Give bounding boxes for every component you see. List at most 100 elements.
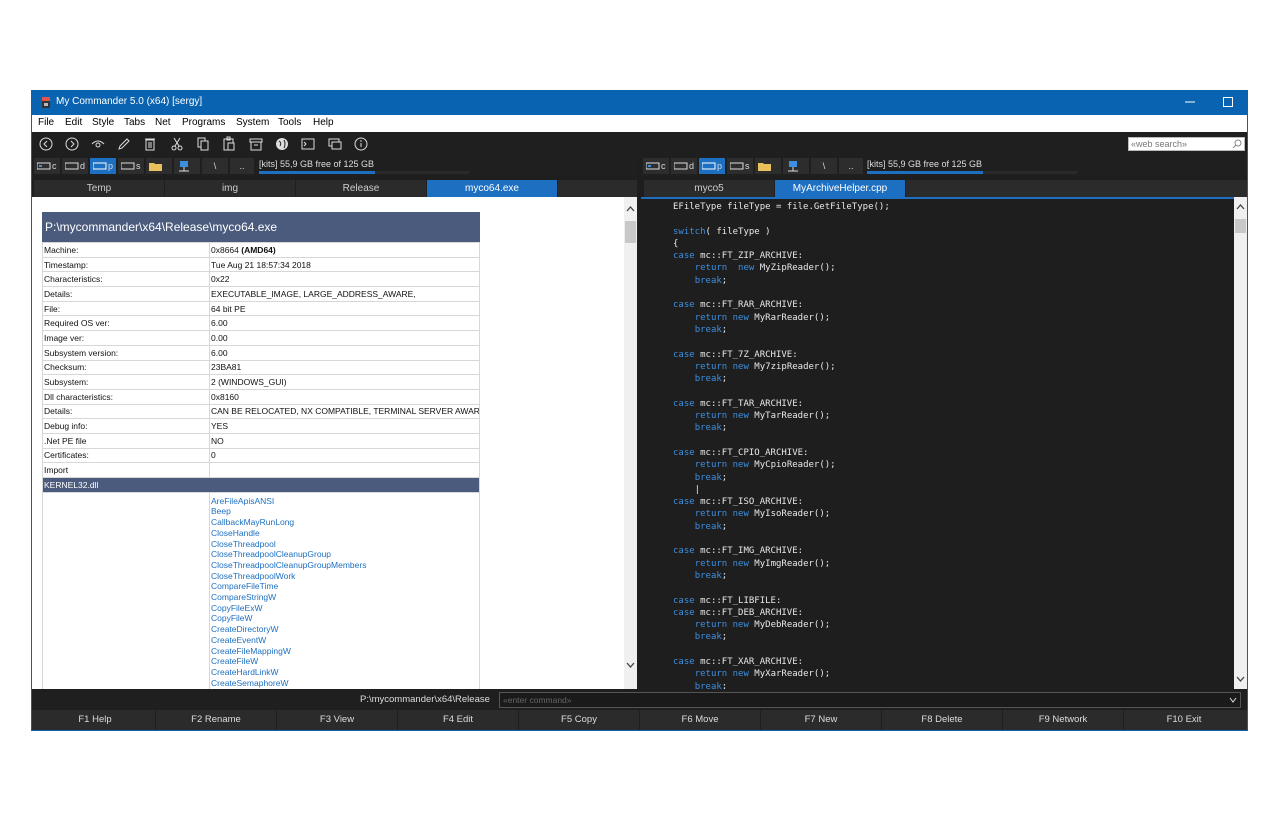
pencil-icon[interactable] <box>116 136 132 152</box>
right-network-button[interactable] <box>783 158 809 174</box>
pe-info-value: EXECUTABLE_IMAGE, LARGE_ADDRESS_AWARE, <box>209 286 480 302</box>
pe-info-key: Details: <box>42 403 210 420</box>
right-scroll-thumb[interactable] <box>1235 219 1246 233</box>
code-line: break; <box>694 374 728 385</box>
menu-system[interactable]: System <box>236 117 269 128</box>
import-function[interactable]: CreateFileW <box>211 656 366 667</box>
left-network-button[interactable] <box>174 158 200 174</box>
terminal-icon[interactable] <box>300 136 316 152</box>
menu-programs[interactable]: Programs <box>182 117 225 128</box>
scroll-down-icon[interactable] <box>1234 673 1247 685</box>
right-drive-c[interactable]: c <box>643 158 669 174</box>
left-drive-p[interactable]: p <box>90 158 116 174</box>
search-icon[interactable] <box>1232 139 1242 149</box>
left-up-button[interactable]: .. <box>230 158 254 174</box>
import-function[interactable]: Beep <box>211 506 366 517</box>
f1-help-button[interactable]: F1 Help <box>35 710 156 730</box>
info-icon[interactable] <box>353 136 369 152</box>
copy-icon[interactable] <box>195 136 211 152</box>
import-function[interactable]: CreateDirectoryW <box>211 624 366 635</box>
right-drive-d[interactable]: d <box>671 158 697 174</box>
right-root-button[interactable]: \ <box>811 158 837 174</box>
f10-exit-button[interactable]: F10 Exit <box>1124 710 1244 730</box>
f9-network-button[interactable]: F9 Network <box>1003 710 1124 730</box>
import-function[interactable]: CloseThreadpoolCleanupGroup <box>211 549 366 560</box>
paste-icon[interactable] <box>221 136 237 152</box>
left-drive-c[interactable]: c <box>34 158 60 174</box>
tab-release[interactable]: Release <box>296 180 427 197</box>
f5-copy-button[interactable]: F5 Copy <box>519 710 640 730</box>
tab-myarchivehelper-cpp[interactable]: MyArchiveHelper.cpp <box>775 180 906 197</box>
import-function[interactable]: AreFileApisANSI <box>211 496 366 507</box>
menu-tabs[interactable]: Tabs <box>124 117 145 128</box>
tab-myco64-exe[interactable]: myco64.exe <box>427 180 558 197</box>
f2-rename-button[interactable]: F2 Rename <box>156 710 277 730</box>
eye-icon[interactable] <box>90 136 106 152</box>
scroll-up-icon[interactable] <box>1234 201 1247 213</box>
import-function[interactable]: CloseThreadpoolWork <box>211 571 366 582</box>
left-root-button[interactable]: \ <box>202 158 228 174</box>
left-scrollbar[interactable] <box>624 197 637 689</box>
archive-icon[interactable] <box>248 136 264 152</box>
tab-img[interactable]: img <box>165 180 296 197</box>
right-scrollbar[interactable] <box>1234 197 1247 689</box>
chevron-down-icon[interactable] <box>1228 695 1238 705</box>
code-line: case mc::FT_CPIO_ARCHIVE: <box>673 447 809 458</box>
menu-tools[interactable]: Tools <box>278 117 301 128</box>
menu-help[interactable]: Help <box>313 117 334 128</box>
folder-icon <box>149 163 162 171</box>
code-keyword: case <box>673 607 695 618</box>
pe-info-value-text: 0x8664 <box>211 244 242 255</box>
import-function[interactable]: CopyFileExW <box>211 603 366 614</box>
left-free-space-label: [kits] 55,9 GB free of 125 GB <box>259 159 375 169</box>
right-drive-s[interactable]: s <box>727 158 753 174</box>
menu-edit[interactable]: Edit <box>65 117 82 128</box>
tab-temp[interactable]: Temp <box>34 180 165 197</box>
import-function[interactable]: CloseHandle <box>211 528 366 539</box>
left-drive-s[interactable]: s <box>118 158 144 174</box>
import-function[interactable]: CreateFileMappingW <box>211 646 366 657</box>
import-function[interactable]: CallbackMayRunLong <box>211 517 366 528</box>
maximize-button[interactable] <box>1209 91 1247 115</box>
command-input[interactable]: «enter command» <box>499 692 1241 708</box>
right-pane-code-viewer[interactable]: EFileType fileType = file.GetFileType();… <box>641 197 1234 689</box>
f8-delete-button[interactable]: F8 Delete <box>882 710 1003 730</box>
import-function[interactable]: CopyFileW <box>211 613 366 624</box>
right-folder-button[interactable] <box>755 158 781 174</box>
right-drive-p[interactable]: p <box>699 158 725 174</box>
scissors-icon[interactable] <box>169 136 185 152</box>
left-folder-button[interactable] <box>146 158 172 174</box>
import-function[interactable]: CreateEventW <box>211 635 366 646</box>
minimize-button[interactable] <box>1171 91 1209 115</box>
import-function[interactable]: CompareFileTime <box>211 581 366 592</box>
import-function[interactable]: CompareStringW <box>211 592 366 603</box>
globe-icon[interactable] <box>274 136 290 152</box>
forward-icon[interactable] <box>64 136 80 152</box>
code-line: break; <box>673 681 890 689</box>
import-function[interactable]: CloseThreadpoolCleanupGroupMembers <box>211 560 366 571</box>
import-function[interactable]: CreateSemaphoreW <box>211 678 366 689</box>
back-icon[interactable] <box>38 136 54 152</box>
f4-edit-button[interactable]: F4 Edit <box>398 710 519 730</box>
web-search-input[interactable]: «web search» <box>1128 137 1245 151</box>
import-function[interactable]: CreateHardLinkW <box>211 667 366 678</box>
code-keyword: new <box>732 509 749 520</box>
trash-icon[interactable] <box>142 136 158 152</box>
tab-myco5[interactable]: myco5 <box>644 180 775 197</box>
import-dll-row[interactable]: KERNEL32.dll <box>42 477 480 493</box>
chat-icon[interactable] <box>327 136 343 152</box>
f6-move-button[interactable]: F6 Move <box>640 710 761 730</box>
import-function[interactable]: CloseThreadpool <box>211 539 366 550</box>
f7-new-button[interactable]: F7 New <box>761 710 882 730</box>
menu-style[interactable]: Style <box>92 117 114 128</box>
menu-file[interactable]: File <box>38 117 54 128</box>
drive-icon <box>65 162 79 170</box>
scroll-down-icon[interactable] <box>624 659 637 671</box>
left-pane[interactable]: P:\mycommander\x64\Release\myco64.exe Ma… <box>32 197 637 689</box>
left-drive-d[interactable]: d <box>62 158 88 174</box>
f3-view-button[interactable]: F3 View <box>277 710 398 730</box>
right-up-button[interactable]: .. <box>839 158 863 174</box>
left-scroll-thumb[interactable] <box>625 221 636 243</box>
menu-net[interactable]: Net <box>155 117 171 128</box>
scroll-up-icon[interactable] <box>624 203 637 215</box>
